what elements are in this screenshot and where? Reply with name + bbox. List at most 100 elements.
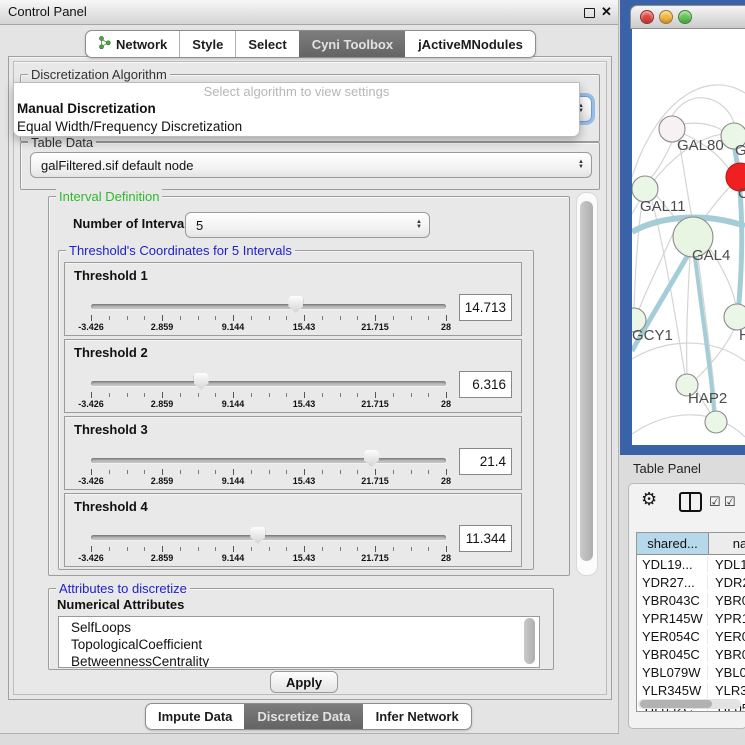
tab-strip: NetworkStyleSelect Cyni Toolbox jActiveMNo… [85, 30, 536, 58]
dropdown-option-manual-discretization[interactable]: Manual Discretization [14, 100, 579, 118]
tab-label: Cyni Toolbox [312, 37, 393, 52]
table-row[interactable]: YDL19...YDL19 [637, 555, 745, 573]
tick-mark [91, 315, 92, 321]
tick-label: -3.426 [78, 322, 104, 332]
tick-mark [340, 470, 341, 474]
tick-mark [322, 470, 323, 474]
cell-shared-name: YBL079W [637, 665, 708, 680]
table-horizontal-scrollbar[interactable] [638, 699, 741, 709]
tick-mark [180, 316, 181, 320]
tick-mark [304, 469, 305, 475]
tick-mark [322, 547, 323, 551]
network-node[interactable] [705, 411, 727, 433]
panel-vertical-scrollbar[interactable] [576, 192, 598, 576]
bottom-tab-discretize-data[interactable]: Discretize Data [244, 704, 362, 729]
table-row[interactable]: YER054CYER05 [637, 627, 745, 645]
tab-network[interactable]: Network [86, 31, 179, 57]
tick-mark [251, 316, 252, 320]
tick-mark [428, 393, 429, 397]
tick-mark [180, 547, 181, 551]
minimize-traffic-light-icon[interactable] [659, 10, 673, 24]
bottom-tab-impute-data[interactable]: Impute Data [146, 704, 244, 729]
threshold-value-input[interactable] [459, 525, 512, 552]
column-layout-icon[interactable] [679, 492, 702, 512]
cell-shared-name: YDL19... [637, 557, 708, 572]
tick-mark [233, 315, 234, 321]
stepper-icon: ▲▼ [578, 160, 584, 170]
num-intervals-combo[interactable]: 5 ▲▼ [185, 212, 430, 238]
checkbox-icon[interactable]: ☑ [709, 494, 721, 510]
tick-mark [269, 316, 270, 320]
column-header-shared-name[interactable]: shared... [637, 533, 709, 554]
slider-handle[interactable] [194, 373, 209, 390]
tick-mark [144, 547, 145, 551]
table-row[interactable]: YBR045CYBR04 [637, 645, 745, 663]
tick-mark [411, 393, 412, 397]
node-label: GA [735, 142, 745, 159]
tab-select[interactable]: Select [235, 31, 298, 57]
attributes-listbox: SelfLoopsTopologicalCoefficientBetweenne… [58, 616, 540, 668]
network-svg: GAL80GACGAL11GAL4GCY1HHAP2 [632, 29, 745, 445]
tab-style[interactable]: Style [179, 31, 235, 57]
slider-track[interactable] [91, 304, 446, 309]
tick-label: 2.859 [151, 553, 174, 563]
table-row[interactable]: YPR145WYPR14 [637, 609, 745, 627]
zoom-traffic-light-icon[interactable] [678, 10, 692, 24]
close-traffic-light-icon[interactable] [640, 10, 654, 24]
cell-name: YDL19 [708, 557, 745, 572]
bottom-tab-infer-network[interactable]: Infer Network [363, 704, 471, 729]
close-icon[interactable]: ✕ [601, 4, 612, 20]
slider-handle[interactable] [364, 450, 379, 467]
threshold-value-input[interactable] [459, 294, 512, 321]
threshold-panel-4: Threshold 4-3.4262.8599.14415.4321.71528 [64, 493, 522, 567]
tick-mark [340, 547, 341, 551]
table-row[interactable]: YBL079WYBL07 [637, 663, 745, 681]
table-row[interactable]: YDR27...YDR27 [637, 573, 745, 591]
threshold-panel-2: Threshold 2-3.4262.8599.14415.4321.71528 [64, 339, 522, 413]
tick-mark [162, 315, 163, 321]
slider-track[interactable] [91, 381, 446, 386]
tick-mark [162, 469, 163, 475]
slider-track[interactable] [91, 458, 446, 463]
node-label: GAL11 [640, 198, 686, 215]
listbox-scrollbar[interactable] [524, 618, 535, 664]
dropdown-options: Manual DiscretizationEqual Width/Frequen… [14, 100, 579, 136]
tick-mark [428, 547, 429, 551]
float-icon[interactable] [584, 8, 595, 18]
tick-label: 28 [441, 399, 451, 409]
dropdown-option-equal-width-frequency-discretization[interactable]: Equal Width/Frequency Discretization [14, 118, 579, 136]
table-data-combo[interactable]: galFiltered.sif default node ▲▼ [30, 152, 592, 178]
table-row[interactable]: YBR043CYBR04 [637, 591, 745, 609]
threshold-value-input[interactable] [459, 371, 512, 398]
scrollbar-thumb[interactable] [640, 700, 712, 708]
threshold-label: Threshold 4 [74, 499, 148, 514]
slider-track[interactable] [91, 535, 446, 540]
attribute-item-betweennesscentrality[interactable]: BetweennessCentrality [59, 653, 539, 668]
control-panel-titlebar: Control Panel ✕ [0, 0, 618, 25]
attributes-group-label: Attributes to discretize [56, 581, 190, 596]
tab-cyni-toolbox[interactable]: Cyni Toolbox [299, 31, 405, 57]
table-row[interactable]: YLR345WYLR34 [637, 681, 745, 699]
tick-mark [304, 392, 305, 398]
slider-handle[interactable] [288, 296, 303, 313]
tick-mark [286, 393, 287, 397]
scrollbar-thumb[interactable] [580, 201, 593, 561]
tick-mark [215, 316, 216, 320]
tick-label: 2.859 [151, 399, 174, 409]
attribute-item-selfloops[interactable]: SelfLoops [59, 619, 539, 636]
attribute-item-topologicalcoefficient[interactable]: TopologicalCoefficient [59, 636, 539, 653]
threshold-value-input[interactable] [459, 448, 512, 475]
tick-mark [428, 316, 429, 320]
tick-label: 2.859 [151, 476, 174, 486]
network-window-titlebar[interactable] [630, 5, 745, 29]
tab-jactivemnodules[interactable]: jActiveMNodules [405, 31, 535, 57]
apply-button[interactable]: Apply [270, 671, 338, 693]
checkbox-icon[interactable]: ☑ [724, 494, 736, 510]
network-canvas[interactable]: GAL80GACGAL11GAL4GCY1HHAP2 [632, 29, 745, 445]
slider-handle[interactable] [250, 527, 265, 544]
column-header-name[interactable]: name [709, 533, 745, 554]
node-label: C [738, 185, 745, 202]
table-data-value: galFiltered.sif default node [41, 158, 193, 173]
node-label: GAL80 [677, 137, 724, 154]
gear-icon[interactable]: ⚙ [641, 489, 657, 510]
